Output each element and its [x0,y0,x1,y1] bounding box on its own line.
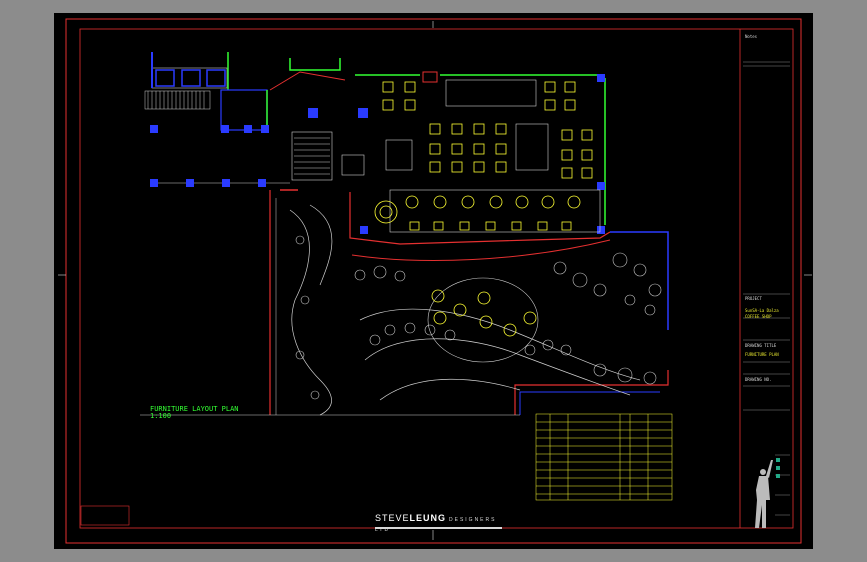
project-value: SunSA-La Dalza COFFEE SHOP [745,308,779,319]
drawing-title-value: FURNITURE PLAN [745,352,779,357]
plan-scale-text: 1:100 [150,412,172,420]
cad-drawing-sheet [54,13,813,549]
drawing-title-label: DRAWING TITLE [745,343,777,348]
brand-underline [375,527,502,529]
brand-part2: LEUNG [409,513,447,523]
plan-title: FURNITURE LAYOUT PLAN 1:100 [150,406,239,420]
brand-part1: STEVE [375,513,410,523]
project-label: PROJECT [745,296,762,301]
company-brand: STEVELEUNG DESIGNERS LTD [375,513,505,533]
drawing-no-label: DRAWING NO. [745,377,772,382]
notes-label: Notes [745,34,758,39]
